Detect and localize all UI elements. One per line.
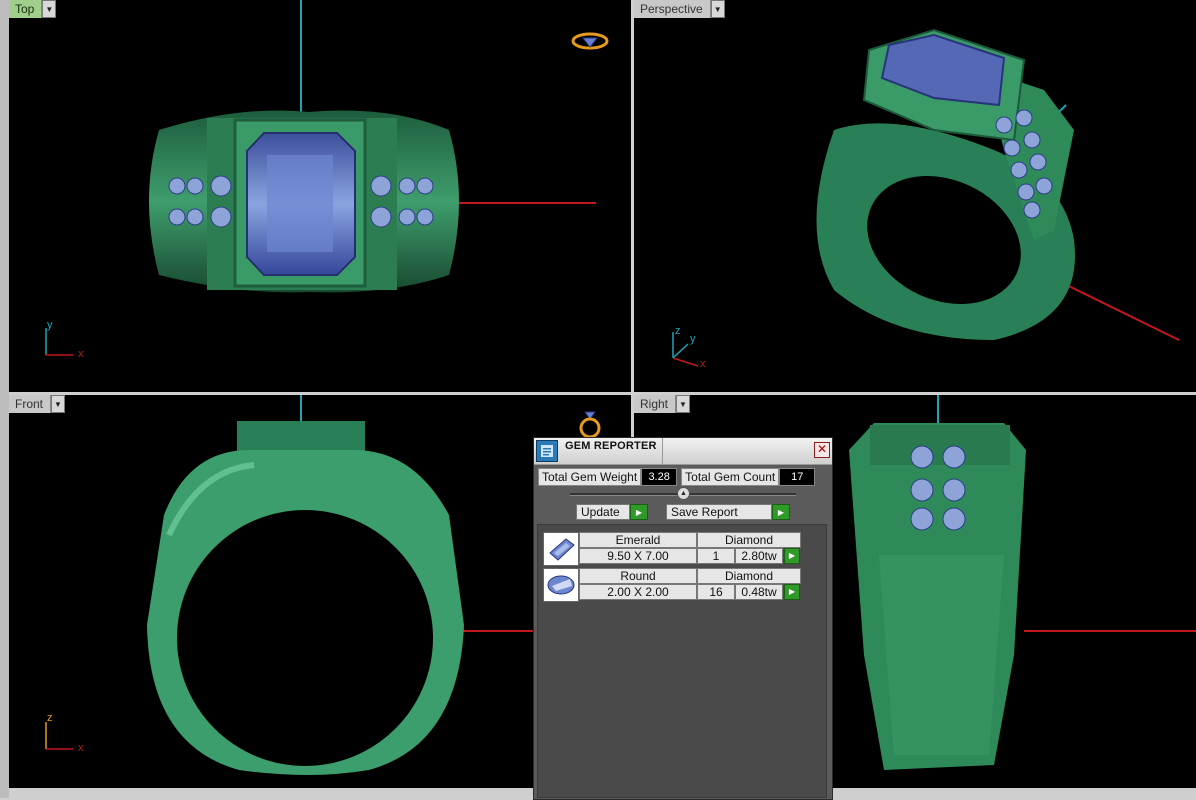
viewport-top[interactable]: Top ▼ y x xyxy=(9,0,631,392)
viewport-name[interactable]: Top xyxy=(9,0,43,18)
gem-count: 16 xyxy=(697,584,735,600)
save-report-label[interactable]: Save Report xyxy=(666,504,772,520)
close-icon[interactable]: ✕ xyxy=(814,442,830,458)
gem-material: Diamond xyxy=(697,532,801,548)
gem-weight: 2.80tw xyxy=(735,548,783,564)
axis-z-label: z xyxy=(675,325,681,337)
viewport-front-label[interactable]: Front ▼ xyxy=(9,395,66,413)
top-view-model xyxy=(149,0,609,293)
play-icon[interactable]: ▶ xyxy=(772,504,790,520)
save-report-button[interactable]: Save Report ▶ xyxy=(666,504,790,520)
viewport-top-label[interactable]: Top ▼ xyxy=(9,0,57,18)
gem-row-emerald[interactable]: Emerald Diamond 9.50 X 7.00 1 2.80tw ▶ xyxy=(543,532,819,566)
viewport-name[interactable]: Front xyxy=(9,395,52,413)
totals-row: Total Gem Weight 3.28 Total Gem Count 17 xyxy=(538,468,816,486)
gem-detail-arrow-icon[interactable]: ▶ xyxy=(784,548,800,564)
ring-icon xyxy=(579,411,601,439)
gem-material: Diamond xyxy=(697,568,801,584)
gem-size: 9.50 X 7.00 xyxy=(579,548,697,564)
viewport-name[interactable]: Perspective xyxy=(634,0,711,18)
update-button-label[interactable]: Update xyxy=(576,504,630,520)
left-toolbar-edge xyxy=(0,0,9,798)
play-icon[interactable]: ▶ xyxy=(630,504,648,520)
gem-weight: 0.48tw xyxy=(735,584,783,600)
viewport-perspective-label[interactable]: Perspective ▼ xyxy=(634,0,725,18)
axis-triad: z x xyxy=(41,712,101,754)
chevron-down-icon[interactable]: ▼ xyxy=(42,0,57,18)
axis-x-label: x xyxy=(78,348,84,360)
axis-x-label: x xyxy=(700,358,706,370)
total-count-label: Total Gem Count xyxy=(681,468,780,486)
axis-z-label: z xyxy=(47,712,53,724)
chevron-down-icon[interactable]: ▼ xyxy=(710,0,725,18)
gem-detail-arrow-icon[interactable]: ▶ xyxy=(784,584,800,600)
axis-triad: z y x xyxy=(668,322,728,372)
total-count-value: 17 xyxy=(779,468,816,486)
round-cut-gem-icon xyxy=(543,568,579,602)
chevron-up-icon[interactable]: ▲ xyxy=(677,487,690,500)
axis-y-label: y xyxy=(690,333,696,345)
gem-reporter-panel[interactable]: GEM REPORTER ✕ Total Gem Weight 3.28 Tot… xyxy=(533,437,833,800)
chevron-down-icon[interactable]: ▼ xyxy=(51,395,66,413)
total-weight-label: Total Gem Weight xyxy=(538,468,642,486)
gem-row-round[interactable]: Round Diamond 2.00 X 2.00 16 0.48tw ▶ xyxy=(543,568,819,602)
viewport-right-label[interactable]: Right ▼ xyxy=(634,395,691,413)
update-button[interactable]: Update ▶ xyxy=(576,504,648,520)
gem-count: 1 xyxy=(697,548,735,564)
viewport-name[interactable]: Right xyxy=(634,395,677,413)
total-weight-value: 3.28 xyxy=(641,468,678,486)
axis-triad: y x xyxy=(41,320,101,360)
gem-list[interactable]: Emerald Diamond 9.50 X 7.00 1 2.80tw ▶ R… xyxy=(537,524,827,798)
panel-resize-slider[interactable]: ▲ xyxy=(570,487,796,500)
title-divider xyxy=(662,438,663,464)
viewport-perspective[interactable]: Perspective ▼ z y x xyxy=(634,0,1196,392)
gem-report-icon xyxy=(536,440,558,462)
gem-reporter-titlebar[interactable]: GEM REPORTER ✕ xyxy=(534,438,832,465)
panel-title: GEM REPORTER xyxy=(565,440,657,452)
emerald-cut-gem-icon xyxy=(543,532,579,566)
gem-shape: Emerald xyxy=(579,532,697,548)
axis-x-label: x xyxy=(78,742,84,754)
axis-y-label: y xyxy=(47,319,53,331)
gem-shape: Round xyxy=(579,568,697,584)
chevron-down-icon[interactable]: ▼ xyxy=(676,395,691,413)
gem-size: 2.00 X 2.00 xyxy=(579,584,697,600)
